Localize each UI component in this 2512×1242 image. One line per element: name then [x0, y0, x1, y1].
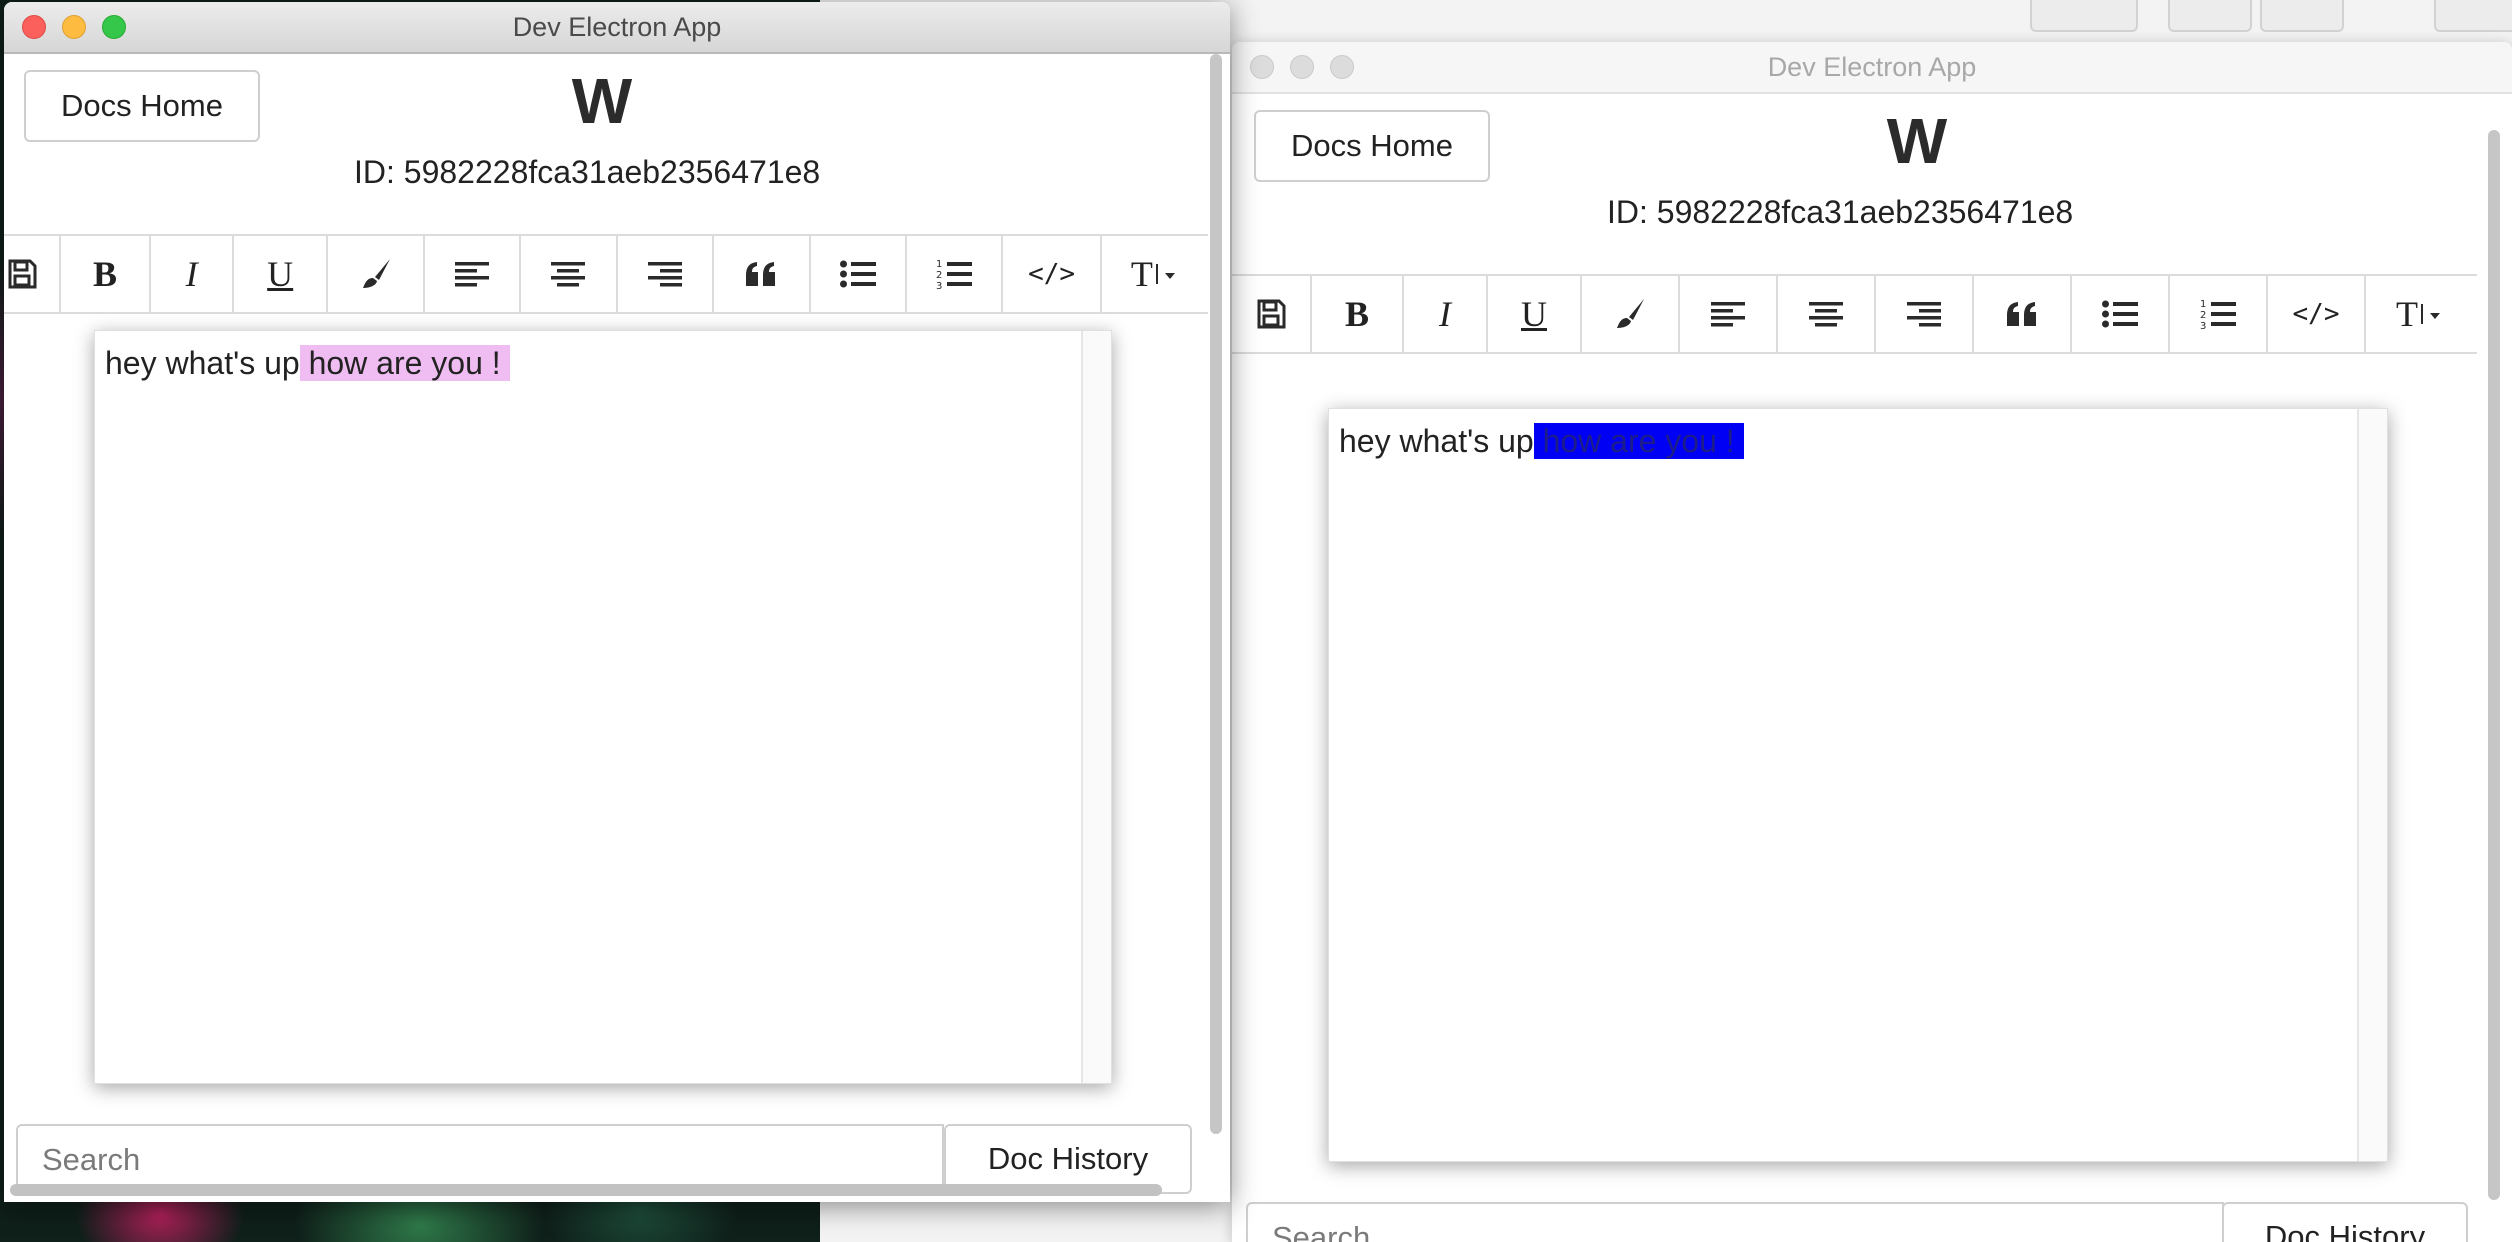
formatting-toolbar: B I U 123 </> T	[1232, 274, 2477, 354]
vertical-scrollbar[interactable]	[1210, 54, 1222, 1134]
rich-text-editor[interactable]: hey what's up how are you !	[1328, 408, 2388, 1162]
code-button[interactable]: </>	[1003, 236, 1102, 312]
align-left-icon	[455, 262, 490, 287]
background-toolbar-briefcase	[2260, 0, 2344, 32]
editor-text-highlighted: how are you !	[1533, 423, 1744, 459]
save-button[interactable]	[1232, 276, 1312, 352]
italic-button[interactable]: I	[151, 236, 234, 312]
vertical-scrollbar[interactable]	[2488, 130, 2500, 1200]
align-right-icon	[1907, 302, 1941, 327]
bullet-list-button[interactable]	[2072, 276, 2170, 352]
editor-text-plain: hey what's up	[1339, 423, 1534, 459]
paintbrush-icon	[362, 259, 390, 288]
document-title: W	[571, 65, 633, 137]
quote-icon	[2007, 302, 2036, 326]
formatting-toolbar: B I U 123 </> T	[4, 234, 1208, 314]
window-title: Dev Electron App	[1767, 52, 1977, 82]
italic-icon: I	[1439, 294, 1451, 334]
document-id: ID: 5982228fca31aeb2356471e8	[1607, 194, 2074, 230]
editor-text-plain: hey what's up	[105, 345, 300, 381]
list-ul-icon	[839, 260, 876, 288]
svg-text:1: 1	[2200, 299, 2206, 310]
editor-content[interactable]: hey what's up how are you !	[1339, 423, 1744, 460]
background-toolbar-share	[2168, 0, 2252, 32]
docs-home-button[interactable]: Docs Home	[24, 70, 260, 142]
align-right-icon	[647, 262, 682, 287]
code-icon: </>	[2292, 299, 2340, 329]
caret-down-icon	[2421, 304, 2440, 324]
align-right-button[interactable]	[1876, 276, 1974, 352]
text-size-button[interactable]: T	[2366, 276, 2474, 352]
italic-icon: I	[185, 254, 198, 294]
quote-icon	[746, 262, 776, 286]
save-button[interactable]	[4, 236, 61, 312]
docs-home-button[interactable]: Docs Home	[1254, 110, 1490, 182]
align-right-button[interactable]	[618, 236, 715, 312]
underline-button[interactable]: U	[234, 236, 329, 312]
list-ol-icon: 123	[2200, 299, 2236, 330]
align-left-icon	[1711, 302, 1745, 327]
align-left-button[interactable]	[1680, 276, 1778, 352]
svg-text:3: 3	[2200, 321, 2206, 330]
bold-icon: B	[93, 254, 118, 294]
align-left-button[interactable]	[425, 236, 522, 312]
paintbrush-icon	[1617, 299, 1644, 328]
bold-button[interactable]: B	[1312, 276, 1404, 352]
doc-history-button[interactable]: Doc History	[2222, 1202, 2468, 1242]
highlight-button[interactable]	[1582, 276, 1680, 352]
rich-text-editor[interactable]: hey what's up how are you !	[94, 330, 1112, 1084]
editor-scrollbar[interactable]	[2357, 409, 2387, 1161]
search-input[interactable]: Search	[1246, 1202, 2224, 1242]
editor-text-highlighted: how are you !	[299, 345, 510, 381]
document-title: W	[1886, 105, 1948, 177]
list-ul-icon	[2102, 300, 2138, 328]
numbered-list-button[interactable]: 123	[907, 236, 1004, 312]
background-toolbar-search	[2434, 0, 2512, 32]
caret-down-icon	[1155, 264, 1175, 284]
blockquote-button[interactable]	[714, 236, 811, 312]
editor-scrollbar[interactable]	[1081, 331, 1111, 1083]
title-bar[interactable]: Dev Electron App	[1232, 42, 2512, 94]
bold-button[interactable]: B	[61, 236, 152, 312]
code-icon: </>	[1028, 259, 1076, 289]
align-center-button[interactable]	[1778, 276, 1876, 352]
code-button[interactable]: </>	[2268, 276, 2366, 352]
highlight-button[interactable]	[328, 236, 425, 312]
bold-icon: B	[1344, 294, 1369, 334]
editor-window-secondary: Dev Electron App Docs Home W ID: 5982228…	[1232, 42, 2512, 1242]
align-center-icon	[551, 262, 586, 287]
align-center-icon	[1809, 302, 1843, 327]
svg-text:1: 1	[936, 259, 942, 270]
window-title: Dev Electron App	[512, 12, 722, 42]
svg-text:3: 3	[936, 281, 942, 290]
background-toolbar-pen	[2030, 0, 2138, 32]
svg-text:2: 2	[936, 270, 942, 281]
underline-icon: U	[267, 254, 294, 294]
text-height-icon: T	[2396, 294, 2418, 334]
underline-button[interactable]: U	[1488, 276, 1582, 352]
save-icon	[1257, 299, 1286, 329]
editor-window-main: Dev Electron App Docs Home W ID: 5982228…	[4, 2, 1230, 1202]
save-icon	[8, 259, 37, 289]
editor-content[interactable]: hey what's up how are you !	[105, 345, 510, 382]
numbered-list-button[interactable]: 123	[2170, 276, 2268, 352]
list-ol-icon: 123	[936, 259, 973, 290]
align-center-button[interactable]	[521, 236, 618, 312]
document-id: ID: 5982228fca31aeb2356471e8	[354, 154, 821, 190]
svg-text:2: 2	[2200, 310, 2206, 321]
italic-button[interactable]: I	[1404, 276, 1488, 352]
underline-icon: U	[1521, 294, 1547, 334]
text-height-icon: T	[1130, 254, 1153, 294]
horizontal-scrollbar[interactable]	[10, 1184, 1162, 1196]
title-bar[interactable]: Dev Electron App	[4, 2, 1230, 54]
text-size-button[interactable]: T	[1102, 236, 1208, 312]
blockquote-button[interactable]	[1974, 276, 2072, 352]
bullet-list-button[interactable]	[811, 236, 907, 312]
